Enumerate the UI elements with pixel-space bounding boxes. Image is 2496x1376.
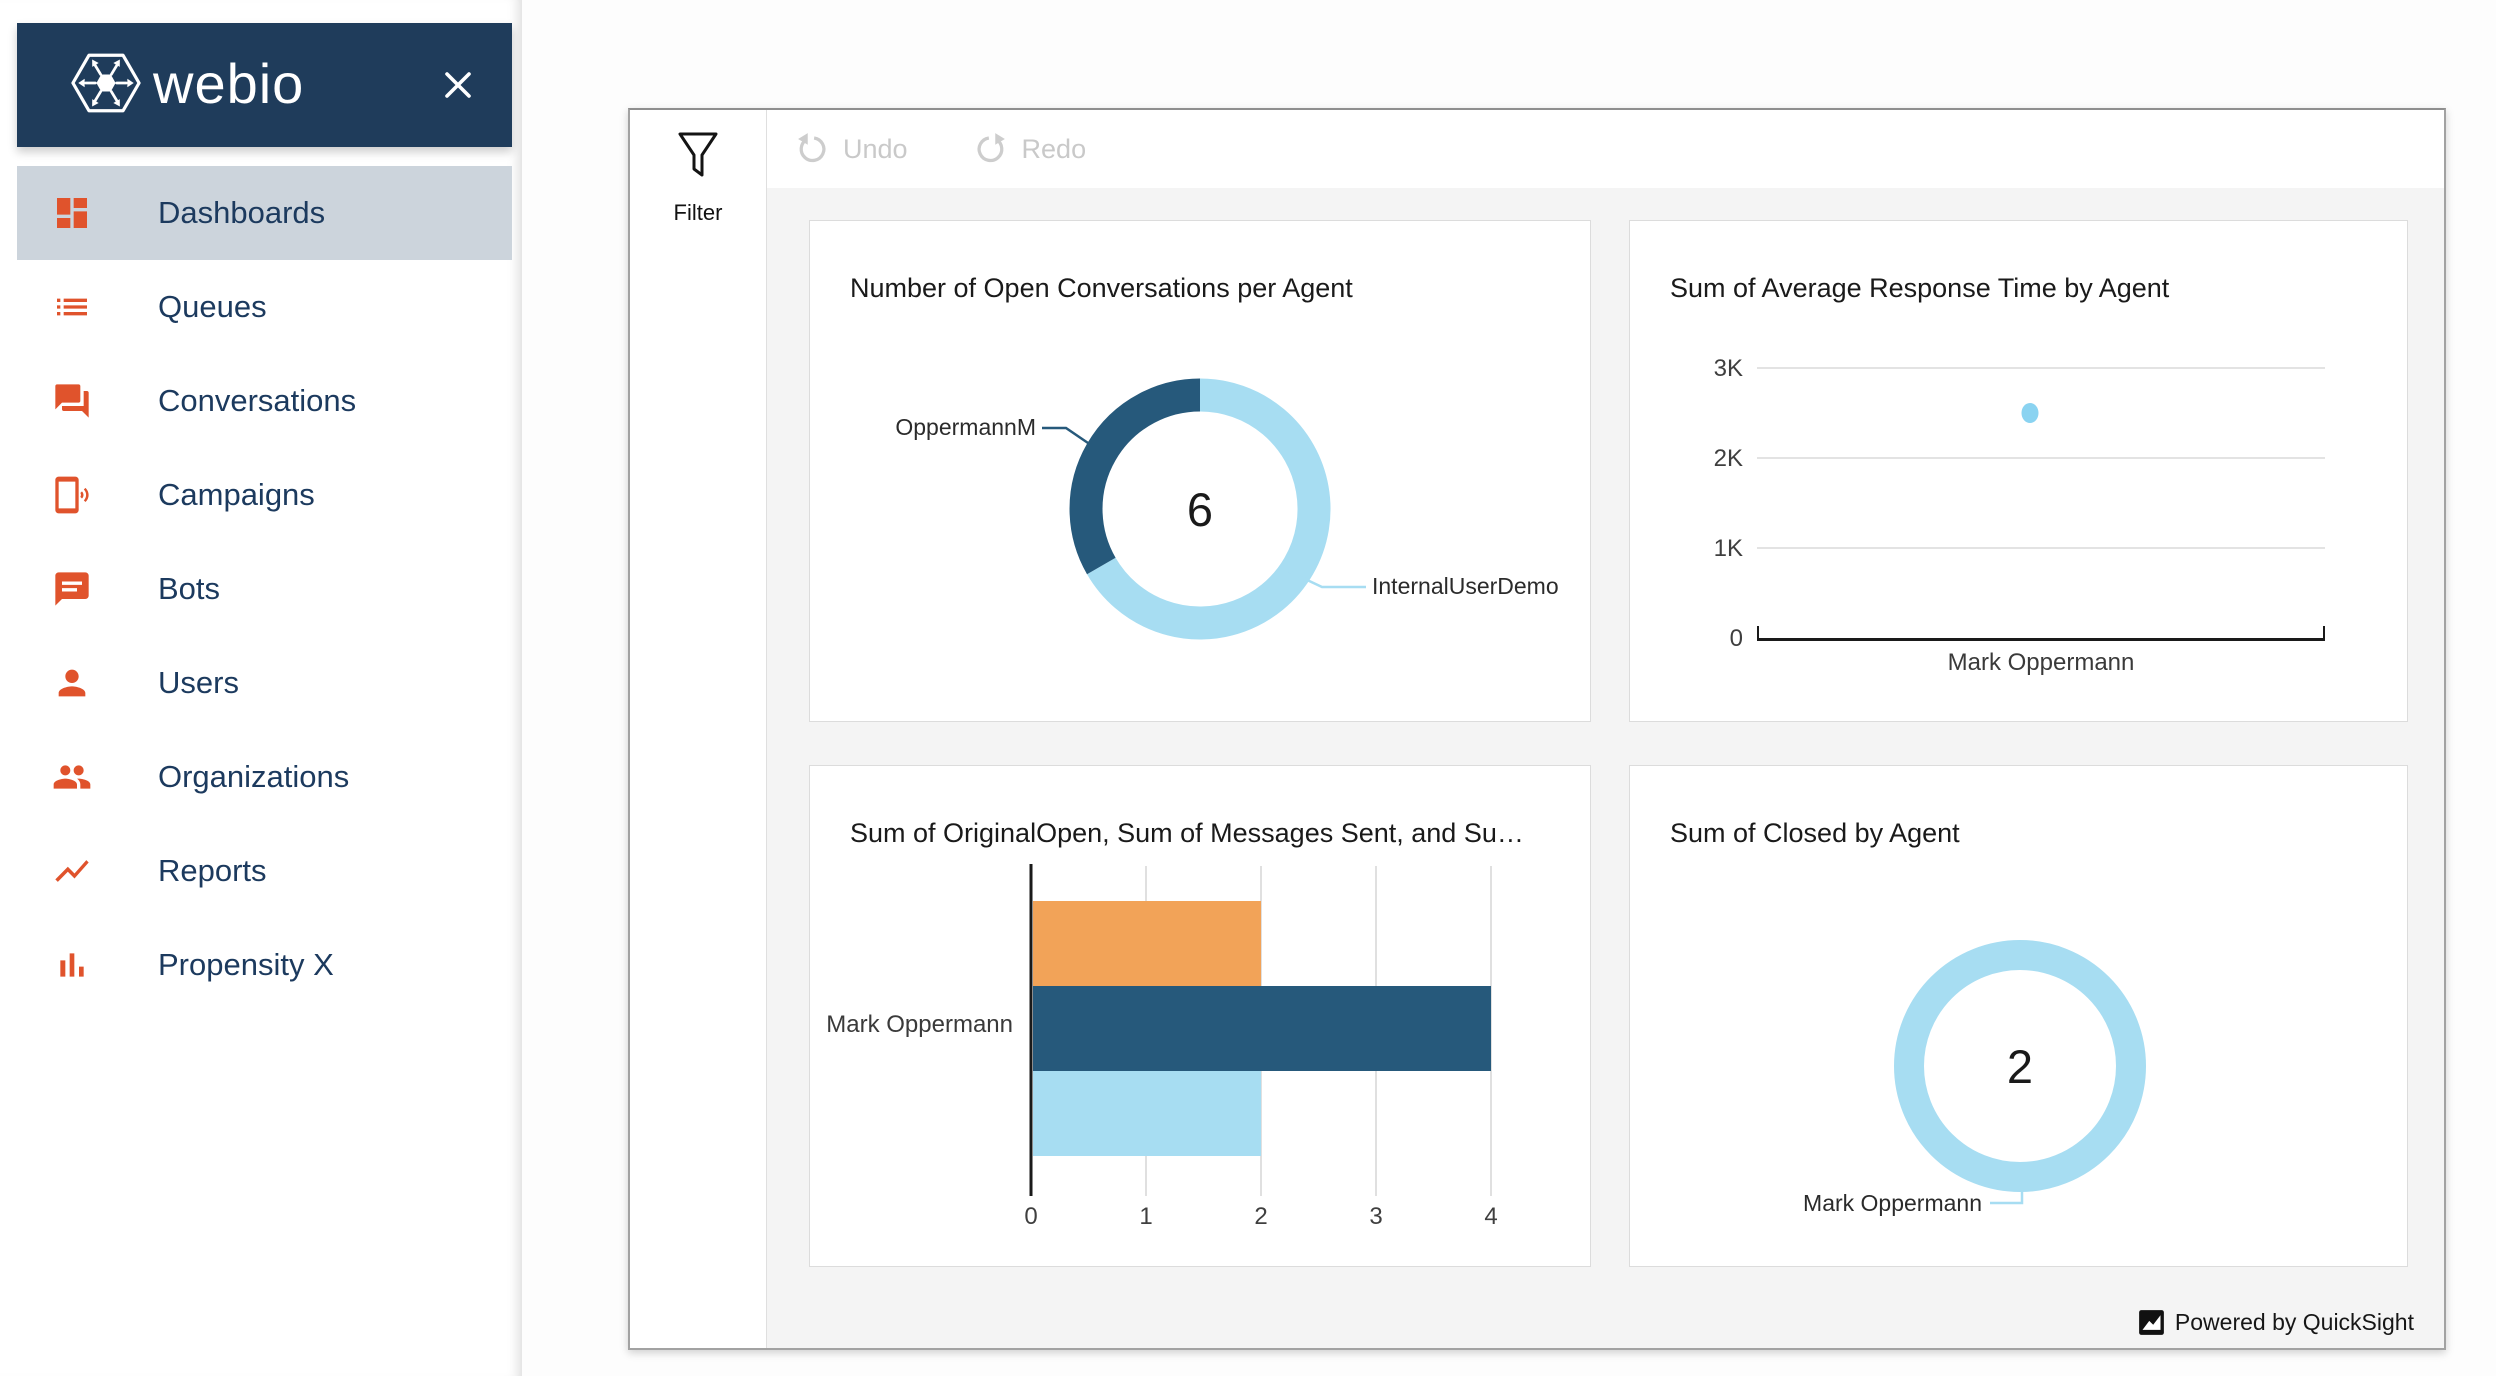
brand-header: webio xyxy=(17,23,512,147)
person-icon xyxy=(52,663,92,703)
people-icon xyxy=(52,757,92,797)
sidebar-item-label: Bots xyxy=(158,571,220,607)
bar-segment xyxy=(1033,901,1261,986)
y-tick-label: 1K xyxy=(1714,535,1743,562)
y-tick-label: 0 xyxy=(1730,625,1743,652)
x-tick-label: 1 xyxy=(1139,1203,1152,1230)
chart-title: Sum of Average Response Time by Agent xyxy=(1670,273,2169,304)
donut-center-value: 6 xyxy=(1187,483,1213,536)
dashboard-grid-icon xyxy=(52,193,92,233)
sidebar: webio Dashboards Queues Conversations Campa… xyxy=(0,0,522,1376)
toolbar: Undo Redo xyxy=(767,110,2444,188)
quicksight-logo xyxy=(2138,1309,2165,1336)
chart-title: Number of Open Conversations per Agent xyxy=(850,273,1353,304)
donut-slice xyxy=(1086,395,1200,566)
scatter-point xyxy=(2022,403,2039,423)
brand-name: webio xyxy=(153,51,304,116)
filter-label: Filter xyxy=(674,200,723,226)
chart-title: Sum of Closed by Agent xyxy=(1670,818,1960,849)
redo-arrow-icon xyxy=(974,132,1008,166)
y-category-label: Mark Oppermann xyxy=(826,1011,1013,1038)
undo-arrow-icon xyxy=(795,132,829,166)
sidebar-item-label: Conversations xyxy=(158,383,356,419)
bar-segment xyxy=(1033,1071,1261,1156)
list-icon xyxy=(52,287,92,327)
dashboard-panel: Filter Undo Redo Number of Open Conversa… xyxy=(628,108,2446,1350)
card-avg-response-time: Sum of Average Response Time by Agent 0 1… xyxy=(1629,220,2408,722)
redo-label: Redo xyxy=(1022,134,1087,165)
filter-button[interactable]: Filter xyxy=(630,110,767,1348)
powered-by-quicksight[interactable]: Powered by QuickSight xyxy=(2138,1309,2414,1336)
slice-label: OppermannM xyxy=(895,414,1036,440)
card-closed-by-agent: Sum of Closed by Agent Mark Oppermann 2 xyxy=(1629,765,2408,1267)
sidebar-item-campaigns[interactable]: Campaigns xyxy=(17,448,512,542)
sidebar-item-bots[interactable]: Bots xyxy=(17,542,512,636)
label-leader-line xyxy=(1042,428,1088,443)
sidebar-item-conversations[interactable]: Conversations xyxy=(17,354,512,448)
undo-button[interactable]: Undo xyxy=(795,132,908,166)
card-open-conversations: Number of Open Conversations per Agent I… xyxy=(809,220,1591,722)
chart-title: Sum of OriginalOpen, Sum of Messages Sen… xyxy=(850,818,1524,849)
sidebar-item-users[interactable]: Users xyxy=(17,636,512,730)
sidebar-item-propensity-x[interactable]: Propensity X xyxy=(17,918,512,1012)
sidebar-item-label: Reports xyxy=(158,853,267,889)
x-category-label: Mark Oppermann xyxy=(1948,649,2135,676)
slice-label: InternalUserDemo xyxy=(1372,573,1559,599)
bar-segment xyxy=(1033,986,1491,1071)
sidebar-item-label: Propensity X xyxy=(158,947,334,983)
phone-ring-icon xyxy=(52,475,92,515)
sidebar-item-label: Dashboards xyxy=(158,195,325,231)
card-sums-bar: Sum of OriginalOpen, Sum of Messages Sen… xyxy=(809,765,1591,1267)
sidebar-nav: Dashboards Queues Conversations Campaigns Bo… xyxy=(0,166,522,1012)
chat-bubbles-icon xyxy=(52,381,92,421)
donut-center-value: 2 xyxy=(2007,1040,2033,1093)
trend-line-icon xyxy=(52,851,92,891)
chat-lines-icon xyxy=(52,569,92,609)
x-tick-label: 3 xyxy=(1369,1203,1382,1230)
powered-by-label: Powered by QuickSight xyxy=(2175,1309,2414,1336)
y-tick-label: 2K xyxy=(1714,445,1743,472)
slice-label: Mark Oppermann xyxy=(1803,1190,1982,1216)
x-tick-label: 0 xyxy=(1024,1203,1037,1230)
sidebar-item-label: Organizations xyxy=(158,759,349,795)
sidebar-item-dashboards[interactable]: Dashboards xyxy=(17,166,512,260)
y-tick-label: 3K xyxy=(1714,355,1743,382)
x-tick-label: 2 xyxy=(1254,1203,1267,1230)
sidebar-item-reports[interactable]: Reports xyxy=(17,824,512,918)
sidebar-item-organizations[interactable]: Organizations xyxy=(17,730,512,824)
bar-chart-icon xyxy=(52,945,92,985)
redo-button[interactable]: Redo xyxy=(974,132,1087,166)
undo-label: Undo xyxy=(843,134,908,165)
dashboard-content: Number of Open Conversations per Agent I… xyxy=(767,188,2444,1348)
sidebar-item-label: Queues xyxy=(158,289,267,325)
webio-logo-icon xyxy=(69,51,143,120)
close-icon[interactable] xyxy=(438,65,478,105)
sidebar-item-queues[interactable]: Queues xyxy=(17,260,512,354)
sidebar-item-label: Users xyxy=(158,665,239,701)
sidebar-item-label: Campaigns xyxy=(158,477,315,513)
funnel-icon xyxy=(674,130,722,188)
x-tick-label: 4 xyxy=(1484,1203,1497,1230)
